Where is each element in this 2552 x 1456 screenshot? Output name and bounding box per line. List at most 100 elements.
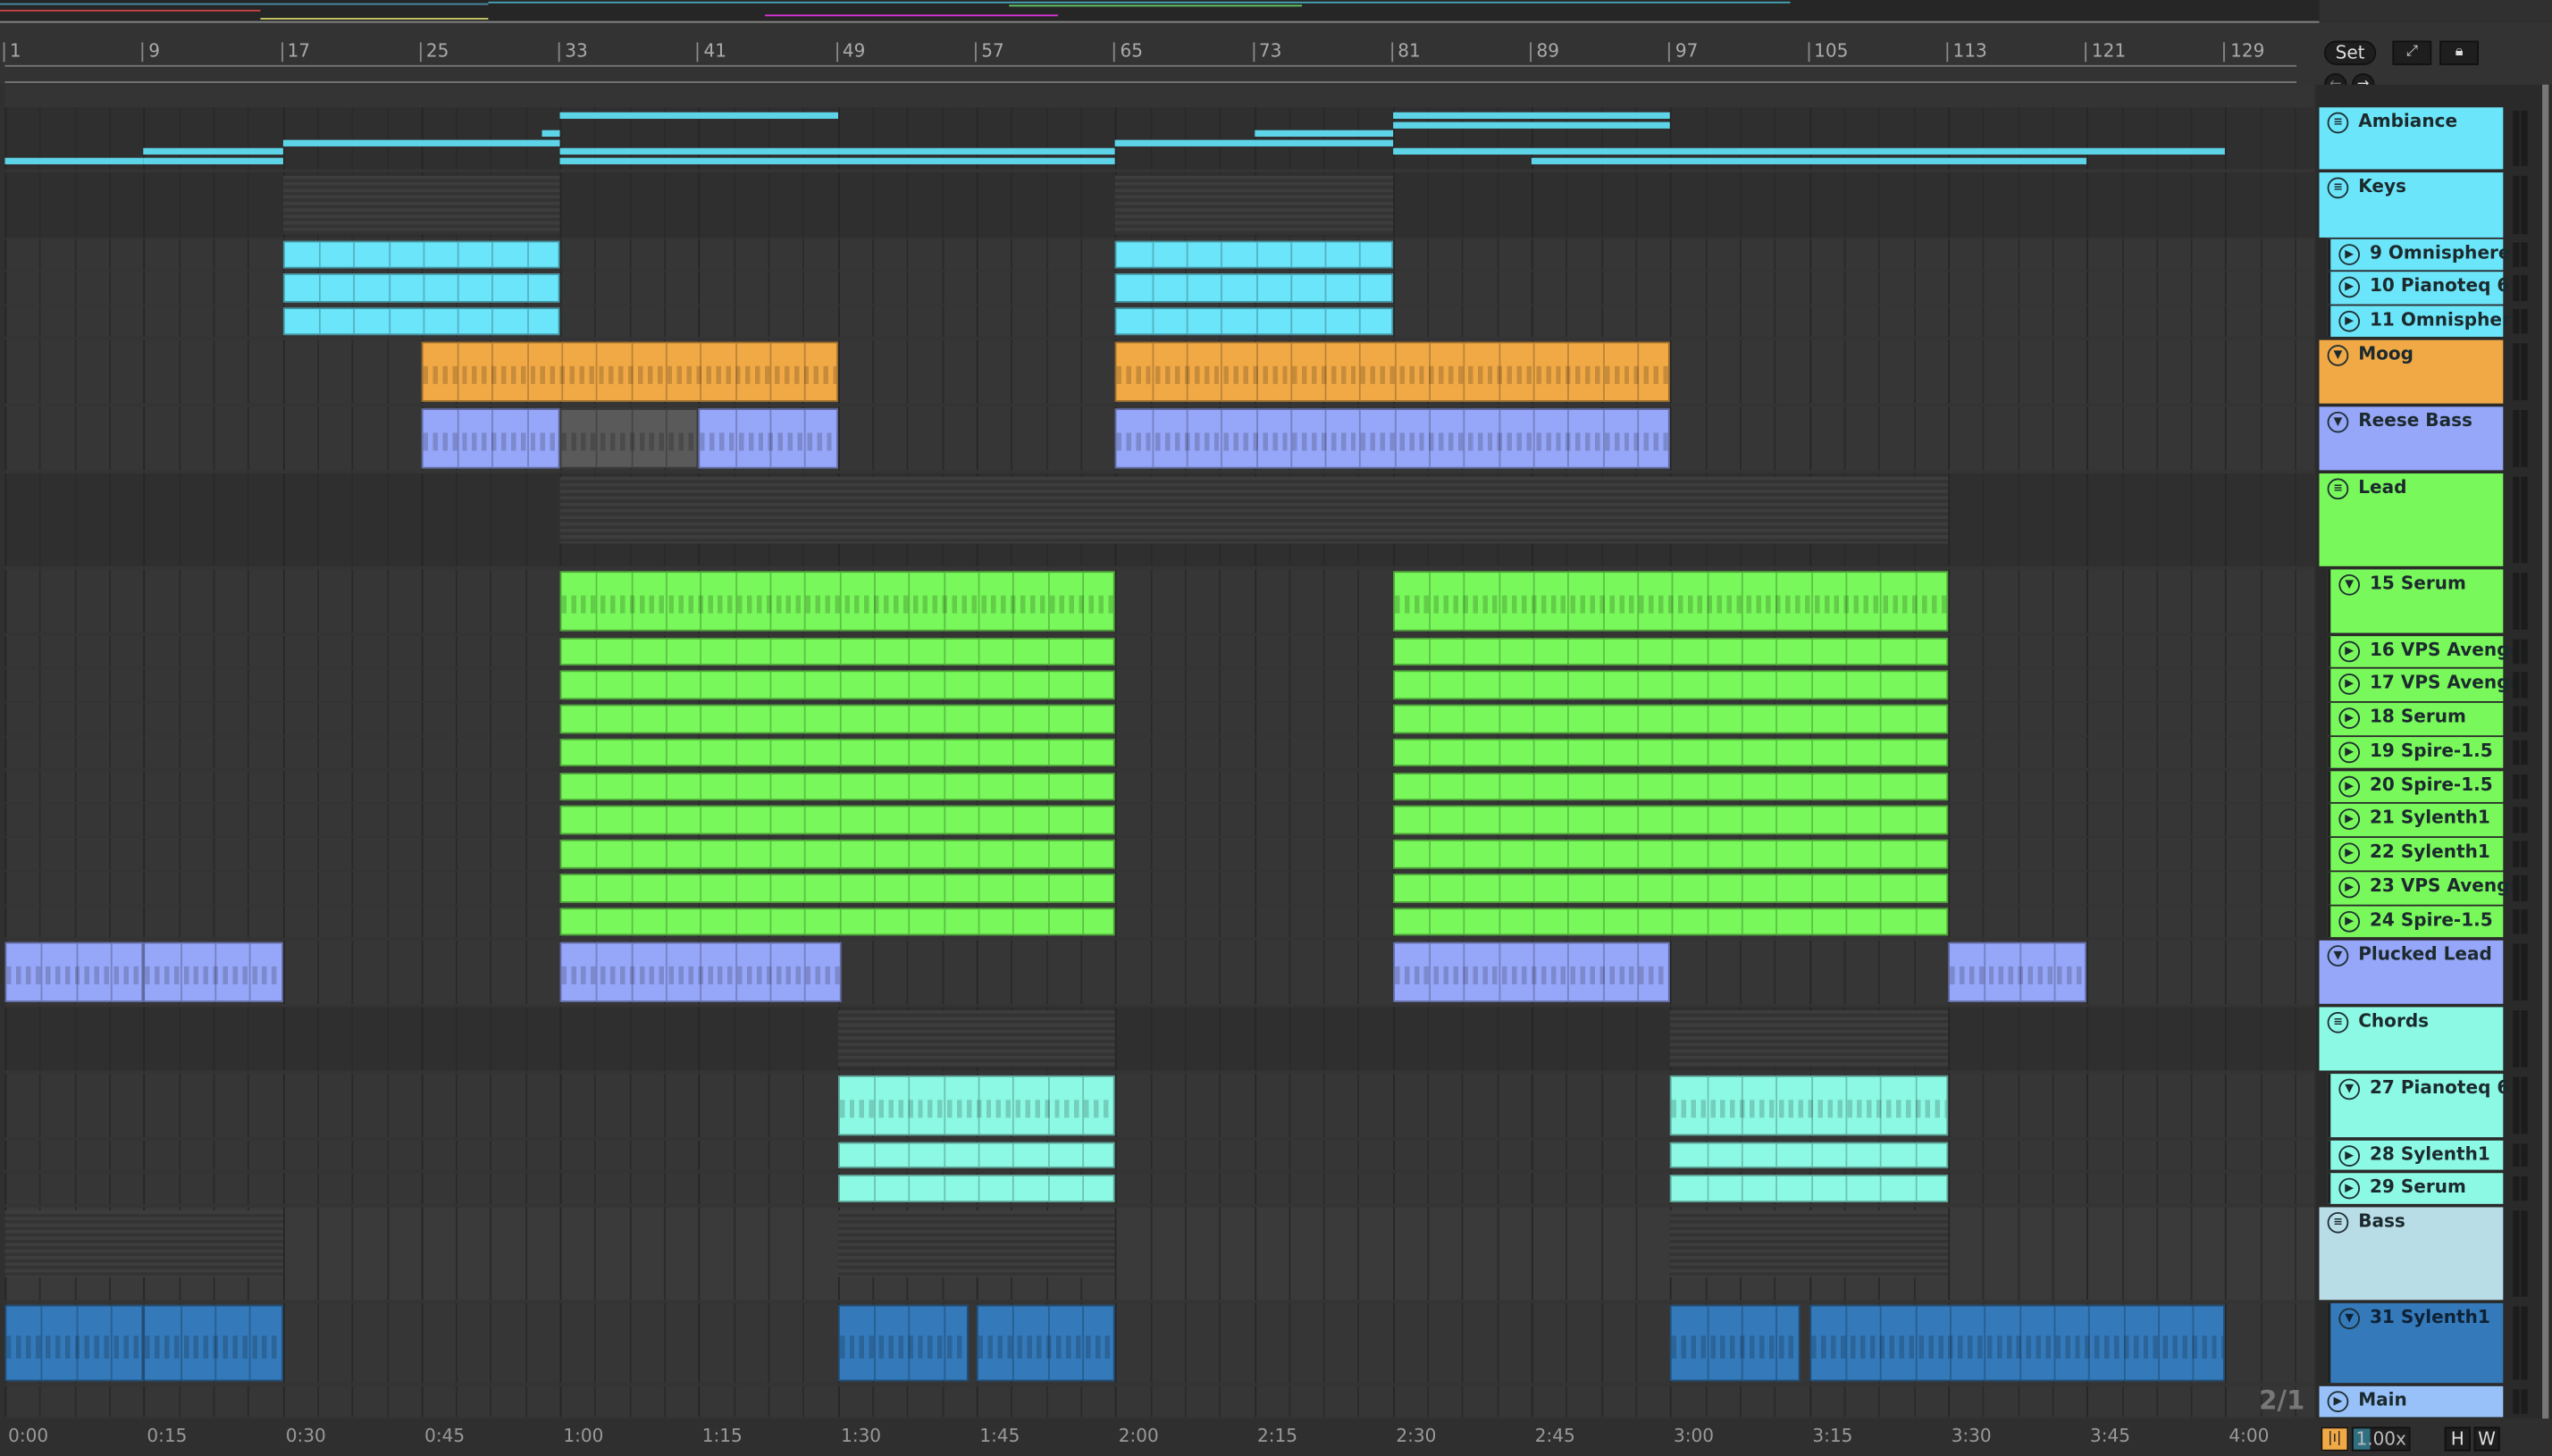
track-lane[interactable] (4, 906, 2315, 938)
fold-toggle-icon[interactable]: ▼ (2327, 345, 2349, 366)
track-lane[interactable] (4, 1207, 2315, 1301)
fold-toggle-icon[interactable]: ▼ (2338, 1078, 2361, 1100)
play-icon[interactable]: ▶ (2338, 244, 2361, 265)
arrangement-overview[interactable] (0, 0, 2320, 25)
clip[interactable] (1115, 341, 1671, 402)
play-icon[interactable]: ▶ (2338, 1177, 2361, 1200)
track-header[interactable]: ▼ Plucked Lead (2319, 940, 2504, 1004)
clip[interactable] (1392, 839, 1949, 869)
clip[interactable] (1670, 1075, 1949, 1136)
track-lane[interactable] (4, 1007, 2315, 1071)
time-ruler[interactable]: 0:00 0:15 0:30 0:45 1:00 1:15 1:30 1:45 2:00 2:15… (0, 1418, 2320, 1456)
zoom-factor-field[interactable]: 1.00x (2351, 1427, 2411, 1452)
lock-icon[interactable]: 🔒︎ (2439, 40, 2479, 65)
clip[interactable] (1392, 941, 1671, 1002)
clip[interactable] (4, 941, 144, 1002)
track-header[interactable]: ▶ 29 Serum (2327, 1173, 2504, 1204)
clip[interactable] (1392, 637, 1949, 665)
clip[interactable] (421, 408, 560, 469)
track-lane[interactable] (4, 1140, 2315, 1170)
clip[interactable] (559, 147, 838, 155)
track-header[interactable]: ▶ 9 Omnisphere (2327, 238, 2511, 271)
clip[interactable] (559, 874, 1116, 903)
clip[interactable] (1115, 240, 1393, 269)
play-icon[interactable]: ▶ (2338, 310, 2361, 332)
track-lane[interactable] (4, 172, 2315, 238)
track-header[interactable]: ≡ Chords (2319, 1007, 2504, 1071)
group-icon[interactable]: ≡ (2327, 112, 2349, 134)
track-lane[interactable] (4, 107, 2315, 170)
track-lane[interactable] (4, 238, 2315, 271)
clip[interactable] (143, 147, 283, 155)
play-icon[interactable]: ▶ (2338, 876, 2361, 899)
track-header[interactable]: ▶ 20 Spire-1.5 (2327, 771, 2504, 802)
play-icon[interactable]: ▶ (2327, 1391, 2349, 1412)
fold-toggle-icon[interactable]: ▼ (2338, 573, 2361, 596)
clip[interactable] (1670, 1175, 1949, 1203)
clip[interactable] (4, 156, 144, 164)
track-header[interactable]: ▶ 23 VPS Avenge (2327, 872, 2522, 905)
clip[interactable] (559, 805, 1116, 835)
group-icon[interactable]: ≡ (2327, 478, 2349, 500)
clip[interactable] (837, 156, 1116, 164)
track-lane[interactable] (4, 1173, 2315, 1204)
clip[interactable] (1392, 908, 1949, 936)
group-icon[interactable]: ≡ (2327, 177, 2349, 199)
clip[interactable] (837, 1304, 969, 1382)
track-header[interactable]: ▼ 27 Pianoteq 6 (2327, 1074, 2509, 1138)
clip[interactable] (837, 1175, 1116, 1203)
clip[interactable] (1670, 1304, 1801, 1382)
play-icon[interactable]: ▶ (2338, 1145, 2361, 1167)
arrangement-track-area[interactable] (4, 84, 2315, 1419)
clip[interactable] (699, 408, 838, 469)
clip[interactable] (1392, 738, 1949, 766)
track-lane[interactable] (4, 636, 2315, 667)
track-lane[interactable] (4, 406, 2315, 471)
clip[interactable] (1392, 112, 1671, 119)
track-lane[interactable] (4, 339, 2315, 404)
track-lane[interactable] (4, 305, 2315, 338)
clip[interactable] (837, 147, 1116, 155)
track-header[interactable]: ▶ 10 Pianoteq 6 (2327, 272, 2509, 305)
fit-width-button[interactable]: W (2473, 1427, 2500, 1452)
clip[interactable] (1948, 941, 2087, 1002)
play-icon[interactable]: ▶ (2338, 741, 2361, 764)
clip[interactable] (143, 156, 283, 164)
track-header[interactable]: ▶ 21 Sylenth1 (2327, 803, 2504, 837)
fold-toggle-icon[interactable]: ▼ (2338, 1308, 2361, 1330)
clip[interactable] (1115, 272, 1393, 303)
clip[interactable] (143, 1304, 283, 1382)
track-header[interactable]: ▶ 22 Sylenth1 (2327, 838, 2504, 871)
track-header[interactable]: ▼ 31 Sylenth1 (2327, 1302, 2504, 1384)
clip[interactable] (559, 839, 1116, 869)
track-header[interactable]: ▶ 28 Sylenth1 (2327, 1140, 2504, 1170)
clip[interactable] (1392, 874, 1949, 903)
clip[interactable] (1809, 1304, 2226, 1382)
clip[interactable] (4, 1304, 144, 1382)
clip[interactable] (559, 738, 1116, 766)
clip[interactable] (1392, 670, 1949, 700)
play-icon[interactable]: ▶ (2338, 808, 2361, 830)
clip[interactable] (559, 156, 838, 164)
clip[interactable] (1392, 773, 1949, 801)
clip[interactable] (542, 130, 560, 137)
play-icon[interactable]: ▶ (2338, 707, 2361, 729)
track-lane[interactable] (4, 1302, 2315, 1384)
group-icon[interactable]: ≡ (2327, 1011, 2349, 1033)
clip[interactable] (1392, 805, 1949, 835)
clip[interactable] (143, 941, 283, 1002)
track-header[interactable]: ≡ Keys (2319, 172, 2504, 238)
track-header[interactable]: ▶ 16 VPS Avenge (2327, 636, 2522, 667)
track-lane[interactable] (4, 272, 2315, 305)
track-lane[interactable] (4, 1385, 2315, 1418)
clip[interactable] (1392, 121, 1671, 128)
fold-toggle-icon[interactable]: ▼ (2327, 411, 2349, 433)
clip[interactable] (282, 240, 560, 269)
track-lane[interactable] (4, 1074, 2315, 1138)
loop-brace-bar[interactable] (4, 64, 2296, 83)
clip[interactable] (1392, 571, 1949, 632)
clip[interactable] (282, 307, 560, 336)
group-icon[interactable]: ≡ (2327, 1211, 2349, 1234)
track-lane[interactable] (4, 737, 2315, 768)
play-icon[interactable]: ▶ (2338, 640, 2361, 663)
